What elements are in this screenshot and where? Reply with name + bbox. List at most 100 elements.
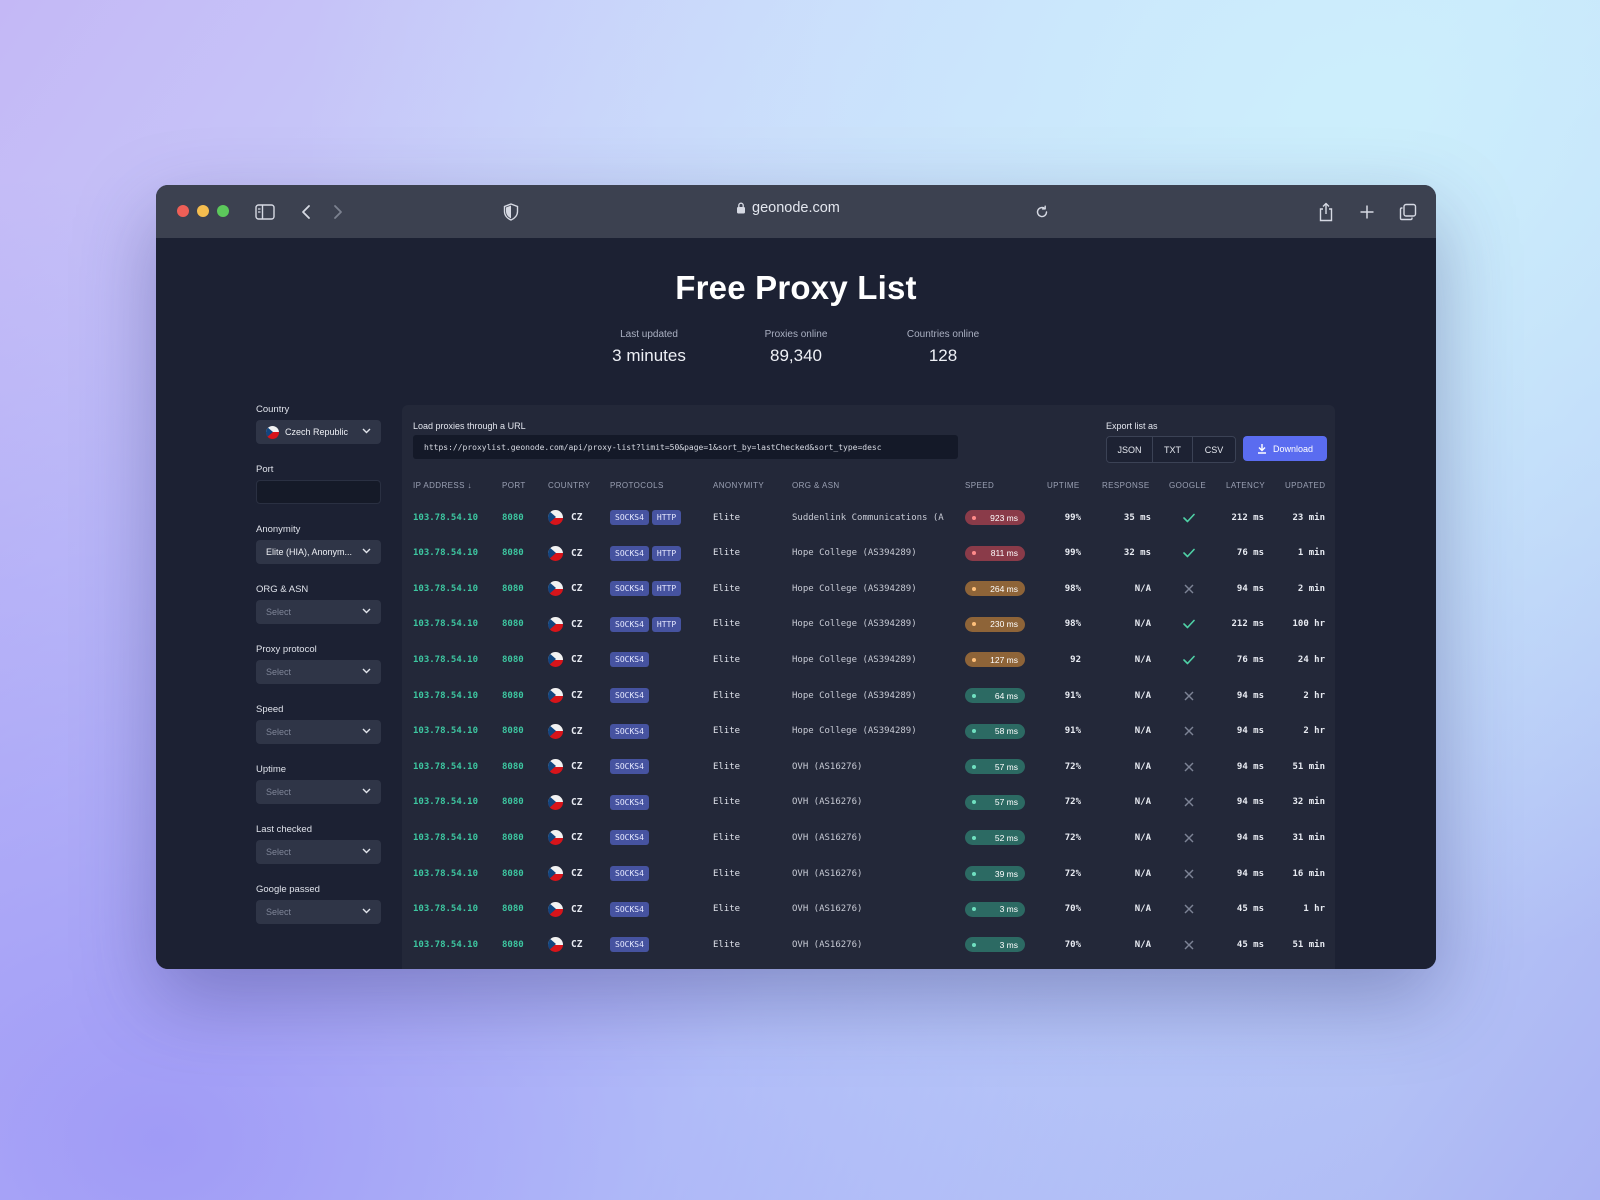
status-dot (972, 729, 976, 734)
table-row[interactable]: 103.78.54.10 8080 CZ SOCKS4 Elite OVH (AS1627… (402, 927, 1335, 962)
google-passed-select[interactable]: Select (256, 900, 381, 924)
api-url-field[interactable]: https://proxylist.geonode.com/api/proxy-… (413, 435, 958, 459)
status-dot (972, 835, 976, 840)
org-asn-cell: OVH (AS16276) (792, 868, 863, 879)
select-placeholder: Select (266, 667, 292, 677)
sidebar-toggle-icon[interactable] (252, 199, 278, 225)
forward-icon[interactable] (325, 199, 351, 225)
country-cell: CZ (548, 642, 582, 677)
protocol-badge: HTTP (651, 545, 682, 561)
col-updated[interactable]: UPDATED (1285, 481, 1325, 490)
ip-address-cell[interactable]: 103.78.54.10 (413, 927, 478, 962)
col-anonymity[interactable]: ANONYMITY (713, 481, 764, 490)
ip-address-cell[interactable]: 103.78.54.10 (413, 785, 478, 820)
share-icon[interactable] (1313, 199, 1339, 225)
speed-badge: 230 ms (965, 616, 1025, 632)
minimize-window-button[interactable] (197, 205, 209, 217)
table-row[interactable]: 103.78.54.10 8080 CZ SOCKS4 Elite Hope Colleg… (402, 714, 1335, 749)
czech-flag-icon (548, 937, 563, 953)
response-cell: N/A (1134, 726, 1151, 737)
proxy-table-panel: Load proxies through a URL https://proxy… (402, 405, 1335, 969)
cross-icon (1184, 869, 1194, 878)
ip-address-cell[interactable]: 103.78.54.10 (413, 642, 478, 677)
export-csv-button[interactable]: CSV (1193, 437, 1235, 462)
ip-address-cell[interactable]: 103.78.54.10 (413, 536, 478, 571)
czech-flag-icon (548, 866, 563, 881)
protocols-cell: SOCKS4 (610, 892, 652, 927)
address-bar[interactable]: geonode.com (736, 200, 856, 216)
download-label: Download (1272, 443, 1314, 454)
speed-value: 64 ms (994, 690, 1018, 701)
table-row[interactable]: 103.78.54.10 8080 CZ SOCKS4 Elite OVH (AS1627… (402, 749, 1335, 784)
chevron-down-icon (362, 608, 371, 614)
shield-icon[interactable] (498, 199, 524, 225)
close-window-button[interactable] (177, 205, 189, 217)
cross-icon (1184, 584, 1194, 594)
protocol-badge: SOCKS4 (610, 937, 649, 953)
response-cell: N/A (1134, 619, 1151, 630)
czech-flag-icon (548, 794, 563, 810)
col-google[interactable]: GOOGLE (1169, 481, 1206, 490)
table-row[interactable]: 103.78.54.10 8080 CZ SOCKS4 Elite OVH (AS1627… (402, 892, 1335, 927)
download-button[interactable]: Download (1243, 436, 1327, 461)
table-row[interactable]: 103.78.54.10 8080 CZ SOCKS4 HTTP Elite Hope Co… (402, 536, 1335, 571)
maximize-window-button[interactable] (217, 205, 229, 217)
col-response[interactable]: RESPONSE (1102, 481, 1150, 490)
protocols-cell: SOCKS4 HTTP (610, 607, 684, 642)
table-row[interactable]: 103.78.54.10 8080 CZ SOCKS4 HTTP Elite Suddenl… (402, 500, 1335, 535)
col-protocols[interactable]: PROTOCOLS (610, 481, 664, 490)
col-country[interactable]: COUNTRY (548, 481, 590, 490)
table-row[interactable]: 103.78.54.10 8080 CZ SOCKS4 HTTP Elite Hope Co… (402, 607, 1335, 642)
uptime-cell: 98% (1064, 619, 1081, 630)
col-org-asn[interactable]: ORG & ASN (792, 481, 840, 490)
url-text: geonode.com (752, 200, 840, 216)
col-speed[interactable]: SPEED (965, 481, 994, 490)
google-passed-cell (1169, 607, 1209, 642)
table-row[interactable]: 103.78.54.10 8080 CZ SOCKS4 HTTP Elite Hope Co… (402, 571, 1335, 606)
ip-address-cell[interactable]: 103.78.54.10 (413, 714, 478, 749)
czech-flag-icon (548, 652, 563, 668)
export-txt-button[interactable]: TXT (1153, 437, 1193, 462)
country-code: CZ (571, 832, 583, 844)
country-code: CZ (571, 583, 583, 595)
col-uptime[interactable]: UPTIME (1047, 481, 1080, 490)
col-latency[interactable]: LATENCY (1226, 481, 1265, 490)
port-input[interactable] (256, 480, 381, 504)
back-icon[interactable] (293, 199, 319, 225)
ip-address-cell[interactable]: 103.78.54.10 (413, 571, 478, 606)
ip-address-cell[interactable]: 103.78.54.10 (413, 749, 478, 784)
export-format-group: JSON TXT CSV (1106, 436, 1236, 463)
latency-cell: 94 ms (1236, 868, 1264, 879)
tab-overview-icon[interactable] (1395, 199, 1421, 225)
export-json-button[interactable]: JSON (1107, 437, 1153, 462)
anonymity-select[interactable]: Elite (HIA), Anonym... (256, 540, 381, 564)
reload-icon[interactable] (1029, 199, 1055, 225)
table-row[interactable]: 103.78.54.10 8080 CZ SOCKS4 Elite Hope Colleg… (402, 678, 1335, 713)
country-select[interactable]: Czech Republic (256, 420, 381, 444)
table-row[interactable]: 103.78.54.10 8080 CZ SOCKS4 Elite OVH (AS1627… (402, 820, 1335, 855)
org-asn-select[interactable]: Select (256, 600, 381, 624)
uptime-cell: 91% (1064, 726, 1081, 737)
protocol-select[interactable]: Select (256, 660, 381, 684)
table-row[interactable]: 103.78.54.10 8080 CZ SOCKS4 Elite Hope Colleg… (402, 642, 1335, 677)
updated-cell: 51 min (1292, 761, 1325, 772)
ip-address-cell[interactable]: 103.78.54.10 (413, 500, 478, 535)
col-port[interactable]: PORT (502, 481, 526, 490)
ip-address-cell[interactable]: 103.78.54.10 (413, 607, 478, 642)
speed-cell: 923 ms (965, 500, 1025, 535)
port-cell: 8080 (502, 512, 524, 523)
uptime-select[interactable]: Select (256, 780, 381, 804)
ip-address-cell[interactable]: 103.78.54.10 (413, 856, 478, 891)
col-ip-address[interactable]: IP ADDRESS ↓ (413, 481, 472, 490)
speed-cell: 264 ms (965, 571, 1025, 606)
table-row[interactable]: 103.78.54.10 8080 CZ SOCKS4 Elite OVH (AS1627… (402, 856, 1335, 891)
new-tab-icon[interactable] (1354, 199, 1380, 225)
last-checked-select[interactable]: Select (256, 840, 381, 864)
speed-select[interactable]: Select (256, 720, 381, 744)
ip-address-cell[interactable]: 103.78.54.10 (413, 820, 478, 855)
table-row[interactable]: 103.78.54.10 8080 CZ SOCKS4 Elite OVH (AS1627… (402, 785, 1335, 820)
ip-address-cell[interactable]: 103.78.54.10 (413, 678, 478, 713)
chevron-down-icon (362, 908, 371, 914)
ip-address-cell[interactable]: 103.78.54.10 (413, 892, 478, 927)
org-asn-cell: OVH (AS16276) (792, 832, 863, 843)
